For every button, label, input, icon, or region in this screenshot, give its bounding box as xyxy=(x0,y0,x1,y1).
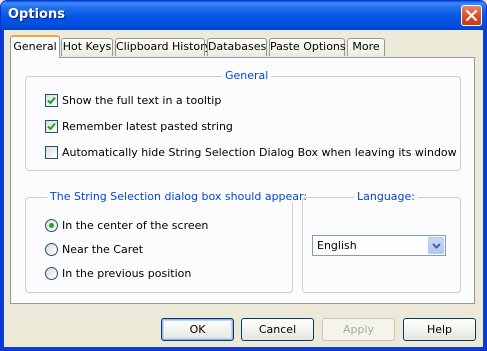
tab-label: Paste Options xyxy=(270,40,346,53)
dropdown-arrow-button[interactable] xyxy=(428,237,444,254)
window-title: Options xyxy=(8,7,65,22)
tab-more[interactable]: More xyxy=(347,38,385,56)
tab-label: General xyxy=(13,40,57,53)
near-caret-label: Near the Caret xyxy=(62,243,144,256)
tooltip-label: Show the full text in a tooltip xyxy=(62,94,222,107)
remember-pasted-checkbox[interactable] xyxy=(45,120,58,133)
tab-databases[interactable]: Databases xyxy=(207,38,267,56)
title-bar[interactable]: Options xyxy=(1,1,486,30)
position-group-title: The String Selection dialog box should a… xyxy=(47,190,311,203)
close-button[interactable] xyxy=(461,5,482,26)
tab-label: More xyxy=(352,40,380,53)
apply-button[interactable]: Apply xyxy=(322,318,395,341)
checkmark-icon xyxy=(47,122,56,131)
center-screen-label: In the center of the screen xyxy=(62,219,209,232)
radio-selected-dot xyxy=(49,223,54,228)
tab-label: Databases xyxy=(208,40,267,53)
chevron-down-icon xyxy=(432,243,441,249)
near-caret-radio[interactable] xyxy=(45,243,58,256)
tab-hot-keys[interactable]: Hot Keys xyxy=(61,38,113,56)
auto-hide-checkbox[interactable] xyxy=(45,146,58,159)
previous-position-radio[interactable] xyxy=(45,267,58,280)
language-group-title: Language: xyxy=(354,190,418,203)
center-screen-radio[interactable] xyxy=(45,219,58,232)
tab-label: Clipboard History xyxy=(116,40,212,53)
tooltip-checkbox[interactable] xyxy=(45,94,58,107)
auto-hide-label: Automatically hide String Selection Dial… xyxy=(62,146,457,159)
close-icon xyxy=(466,10,477,21)
language-select-value: English xyxy=(317,239,357,252)
checkmark-icon xyxy=(47,96,56,105)
cancel-button[interactable]: Cancel xyxy=(241,318,314,341)
help-button[interactable]: Help xyxy=(403,318,476,341)
previous-position-label: In the previous position xyxy=(62,267,192,280)
ok-button[interactable]: OK xyxy=(161,318,234,341)
tab-paste-options[interactable]: Paste Options xyxy=(269,38,346,56)
tab-label: Hot Keys xyxy=(62,40,112,53)
tab-general[interactable]: General xyxy=(10,35,60,58)
general-group-title: General xyxy=(222,69,272,82)
tab-clipboard-history[interactable]: Clipboard History xyxy=(115,38,211,56)
language-select[interactable]: English xyxy=(312,235,446,256)
remember-pasted-label: Remember latest pasted string xyxy=(62,120,233,133)
